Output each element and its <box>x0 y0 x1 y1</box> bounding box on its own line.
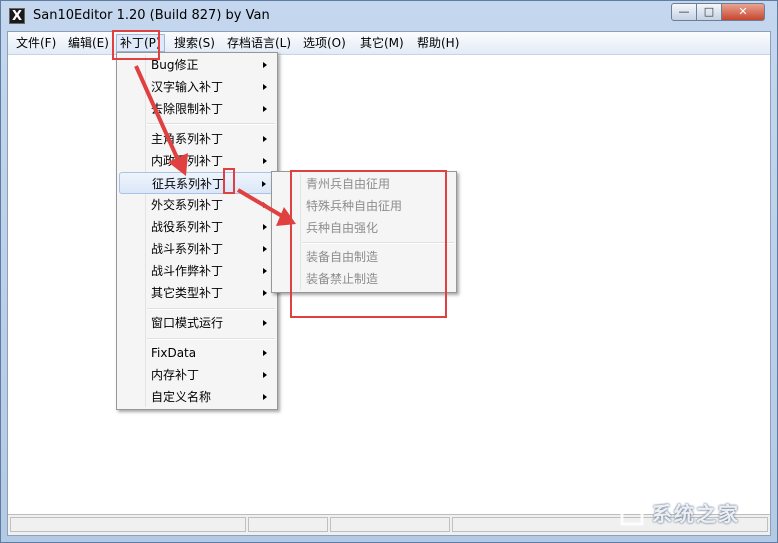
watermark-logo: 系统之家 <box>612 492 762 528</box>
arrow-to-submenu-icon <box>236 188 296 226</box>
annotation-arrows <box>134 65 296 226</box>
watermark-text: 系统之家 <box>652 502 740 526</box>
watermark-house-icon <box>612 494 652 526</box>
arrow-to-conscription-icon <box>134 65 188 176</box>
